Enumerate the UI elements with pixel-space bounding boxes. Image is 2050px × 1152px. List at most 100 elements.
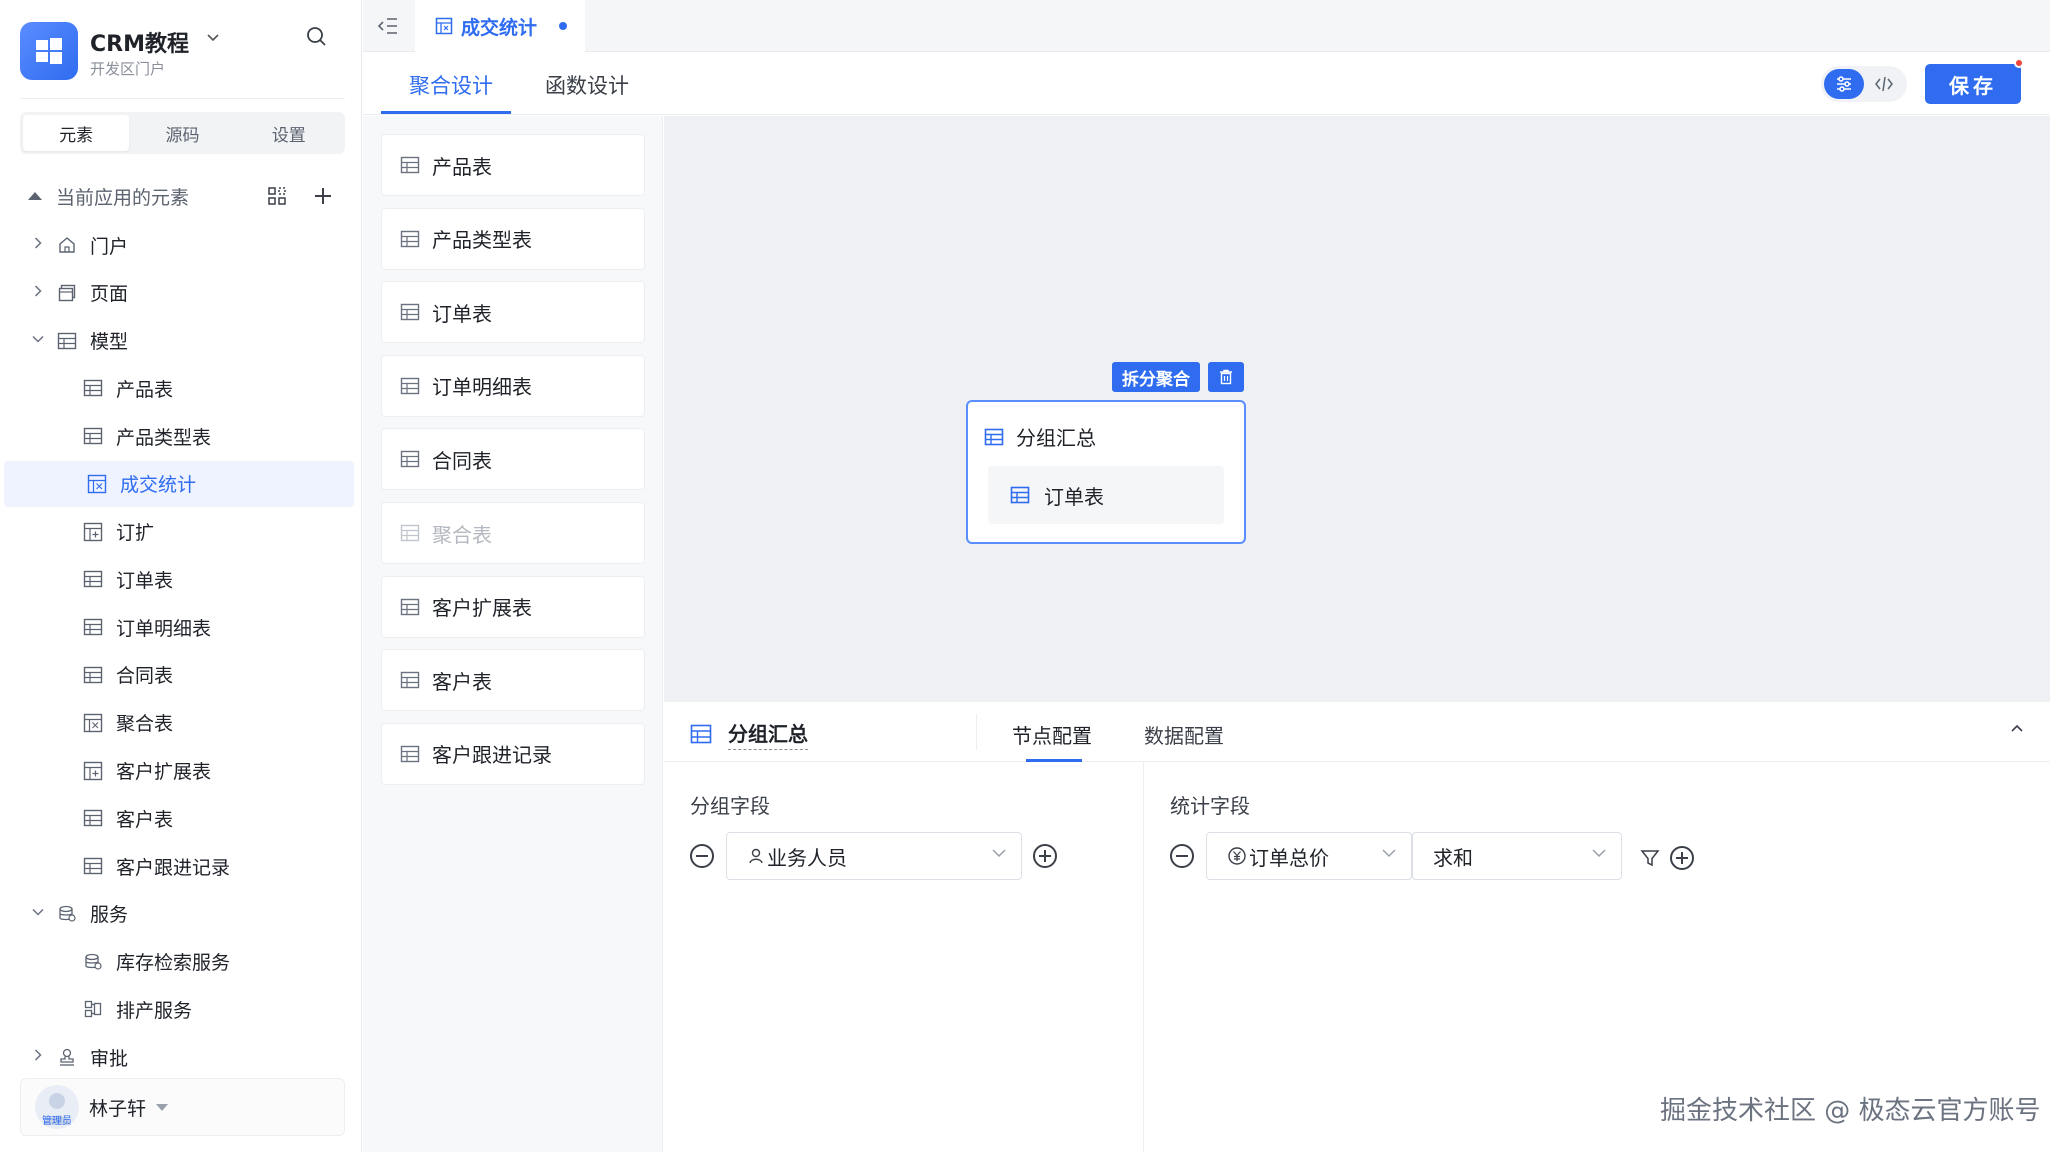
table-icon [1010, 485, 1030, 505]
tree-item-5[interactable]: 成交统计 [4, 460, 354, 507]
tree-item-8[interactable]: 订单明细表 [0, 604, 355, 650]
tree-group-0[interactable]: 门户 [0, 222, 355, 268]
table-list-label: 客户扩展表 [432, 596, 532, 621]
tab-deal-stats[interactable]: 成交统计 [415, 0, 585, 52]
table-list-item[interactable]: 产品类型表 [381, 207, 645, 270]
chevron-down-icon[interactable] [28, 904, 48, 924]
group-summary-node[interactable]: 分组汇总 订单表 [966, 400, 1246, 544]
user-menu[interactable]: 管理员 林子轩 [20, 1078, 345, 1136]
stat-field-select[interactable]: 订单总价 [1206, 832, 1412, 880]
table-icon [400, 597, 420, 617]
tree-section-header[interactable]: 当前应用的元素 [28, 180, 338, 212]
table-icon [400, 302, 420, 322]
tab-node-config[interactable]: 节点配置 [1012, 720, 1092, 749]
remove-circle-icon[interactable] [1170, 844, 1194, 868]
chevron-up-icon[interactable] [2004, 716, 2030, 742]
collapse-sidebar-icon[interactable] [375, 13, 401, 39]
document-tabbar: 成交统计 [363, 0, 2050, 52]
tree-item-7[interactable]: 订单表 [0, 556, 355, 602]
page-icon [56, 282, 78, 304]
tab-data-config[interactable]: 数据配置 [1144, 720, 1224, 749]
tab-function-design[interactable]: 函数设计 [545, 70, 629, 100]
search-icon[interactable] [300, 20, 332, 52]
tree-item-9[interactable]: 合同表 [0, 652, 355, 698]
table-icon [400, 523, 420, 543]
chevron-right-icon[interactable] [28, 283, 48, 303]
table-list-item[interactable]: 订单表 [381, 281, 645, 344]
tree-group-14[interactable]: 服务 [0, 891, 355, 937]
group-field-value: 业务人员 [767, 845, 847, 870]
table-list-item[interactable]: 产品表 [381, 134, 645, 196]
table-list-item[interactable]: 合同表 [381, 428, 645, 491]
tree-item-6[interactable]: 订扩 [0, 509, 355, 555]
design-canvas[interactable] [664, 116, 2050, 702]
tree-item-label: 订扩 [116, 522, 155, 545]
tree-item-label: 合同表 [116, 665, 174, 688]
extend-table-icon [82, 760, 104, 782]
table-icon [82, 855, 104, 877]
caret-down-icon[interactable] [156, 1103, 169, 1111]
currency-icon [1227, 846, 1247, 866]
divider [976, 714, 977, 750]
tree-item-13[interactable]: 客户跟进记录 [0, 843, 355, 889]
tree-item-11[interactable]: 客户扩展表 [0, 748, 355, 794]
tree-group-1[interactable]: 页面 [0, 270, 355, 316]
chevron-down-icon[interactable] [206, 30, 220, 49]
table-list-item[interactable]: 客户跟进记录 [381, 722, 645, 785]
code-icon[interactable] [1864, 69, 1904, 99]
chevron-down-icon[interactable] [28, 331, 48, 351]
tree-item-label: 成交统计 [120, 474, 197, 497]
delete-icon[interactable] [1208, 362, 1244, 392]
table-icon [82, 568, 104, 590]
tree-item-4[interactable]: 产品类型表 [0, 413, 355, 459]
home-icon [56, 234, 78, 256]
node-config-panel: 分组汇总 节点配置 数据配置 分组字段 业务人员 统计字段 订单总价 求和 [664, 702, 2050, 1152]
tree-item-15[interactable]: 库存检索服务 [0, 939, 355, 985]
segment-settings[interactable]: 设置 [236, 115, 342, 151]
tree-item-12[interactable]: 客户表 [0, 795, 355, 841]
stat-function-select[interactable]: 求和 [1412, 832, 1622, 880]
node-title-label: 分组汇总 [1016, 426, 1096, 450]
scan-icon[interactable] [262, 181, 292, 211]
design-toolbar: 聚合设计 函数设计 保存 [363, 52, 2050, 115]
tree-item-label: 审批 [90, 1047, 129, 1070]
tree-item-16[interactable]: 排产服务 [0, 986, 355, 1032]
tree-item-label: 产品类型表 [116, 426, 212, 449]
settings-sliders-icon[interactable] [1824, 69, 1864, 99]
add-circle-icon[interactable] [1033, 844, 1057, 868]
config-title-label[interactable]: 分组汇总 [728, 718, 808, 750]
segment-elements[interactable]: 元素 [23, 115, 130, 151]
tree-item-10[interactable]: 聚合表 [0, 700, 355, 746]
split-aggregate-button[interactable]: 拆分聚合 [1112, 362, 1200, 392]
active-tab-indicator [381, 111, 511, 114]
table-list-item[interactable]: 订单明细表 [381, 354, 645, 417]
chevron-right-icon[interactable] [28, 1047, 48, 1067]
add-icon[interactable] [308, 181, 338, 211]
table-icon [400, 744, 420, 764]
app-name: CRM教程 [90, 32, 189, 57]
tree-item-label: 排产服务 [116, 999, 193, 1022]
segment-source[interactable]: 源码 [129, 115, 235, 151]
table-list-item[interactable]: 客户扩展表 [381, 575, 645, 638]
aggregate-icon [86, 473, 108, 495]
table-icon [984, 427, 1004, 447]
source-table-node[interactable]: 订单表 [988, 466, 1224, 524]
config-header: 分组汇总 节点配置 数据配置 [664, 702, 2050, 762]
group-field-select[interactable]: 业务人员 [726, 832, 1022, 880]
chevron-right-icon[interactable] [28, 235, 48, 255]
user-name: 林子轩 [89, 1097, 147, 1120]
save-button[interactable]: 保存 [1925, 64, 2021, 104]
table-icon [400, 155, 420, 175]
filter-icon[interactable] [1638, 846, 1662, 870]
tree-group-17[interactable]: 审批 [0, 1034, 355, 1080]
tree-item-3[interactable]: 产品表 [0, 365, 355, 411]
tree-group-2[interactable]: 模型 [0, 318, 355, 364]
tab-aggregate-design[interactable]: 聚合设计 [409, 70, 493, 100]
aggregate-icon [82, 712, 104, 734]
add-circle-icon[interactable] [1670, 846, 1694, 870]
table-list-item[interactable]: 客户表 [381, 649, 645, 712]
caret-up-icon[interactable] [28, 192, 42, 200]
remove-circle-icon[interactable] [690, 844, 714, 868]
table-list-label: 聚合表 [432, 522, 492, 547]
extend-table-icon [82, 521, 104, 543]
